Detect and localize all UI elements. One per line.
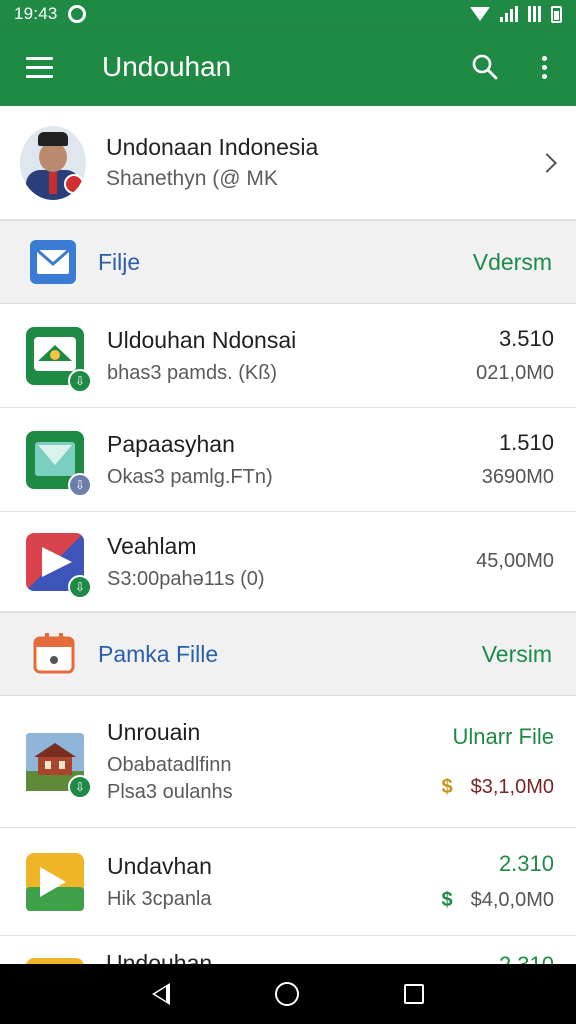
more-vert-icon[interactable] (524, 42, 564, 92)
home-icon[interactable] (274, 982, 299, 1006)
data-signal-icon (528, 6, 541, 22)
mail-icon (30, 240, 76, 284)
back-icon[interactable] (152, 983, 171, 1005)
image-app-icon: ⇩ (26, 430, 92, 497)
account-row[interactable]: Undonaan Indonesia Shanethyn (@ MK (0, 106, 576, 220)
file-title: Uldouhan Ndonsai (107, 326, 297, 353)
recents-icon[interactable] (403, 984, 424, 1004)
file-size: 45,00M0 (476, 550, 554, 572)
status-icons (470, 5, 562, 23)
file-type-label: Ulnarr File (452, 724, 554, 749)
file-number: 3.510 (498, 326, 554, 351)
file-size: 021,0M0 (476, 362, 554, 384)
app-title: Undouhan (102, 51, 232, 82)
section-header-pamka[interactable]: Pamka Fille Versim (0, 612, 576, 696)
badge-icon: ⇩ (68, 574, 92, 599)
file-size: 3690M0 (481, 466, 554, 488)
badge-icon: ⇩ (68, 774, 92, 799)
search-icon[interactable] (460, 42, 510, 92)
list-item[interactable]: Undavhan Hik 3cpanla 2.310 $ $4,0,0M0 (0, 828, 576, 936)
chevron-right-icon (537, 152, 557, 173)
app-actions (460, 42, 576, 92)
navigation-bar (0, 964, 576, 1024)
dollar-icon: $ (441, 889, 453, 911)
avatar (20, 125, 86, 200)
photo-app-icon: ⇩ (26, 326, 92, 393)
partial-row-title: Undouhan (106, 950, 213, 964)
file-subtitle: bhas3 pamds. (Kß) (107, 361, 278, 384)
file-price: $3,1,0M0 (470, 776, 554, 798)
file-number: 1.510 (498, 430, 554, 455)
slides-app-icon (26, 852, 84, 911)
house-photo-icon: ⇩ (26, 732, 92, 799)
file-price: $4,0,0M0 (470, 889, 554, 911)
status-time: 19:43 (14, 4, 58, 23)
account-name: Undonaan Indonesia (106, 134, 319, 160)
list-item[interactable]: ⇩ Unrouain Obabatadlfinn Plsa3 oulanhs U… (0, 696, 576, 828)
wifi-icon (470, 7, 490, 21)
sync-icon (67, 5, 86, 23)
section-label: Filje (98, 248, 141, 275)
calendar-icon (32, 632, 76, 676)
section-header-files[interactable]: Filje Vdersm (0, 220, 576, 304)
app-bar: Undouhan (0, 28, 576, 106)
menu-icon[interactable] (12, 40, 66, 94)
section-right-label: Vdersm (472, 248, 552, 275)
list-item[interactable]: ⇩ Uldouhan Ndonsai bhas3 pamds. (Kß) 3.5… (0, 304, 576, 408)
badge-icon: ⇩ (68, 472, 92, 497)
file-title: Undavhan (107, 852, 212, 879)
list-item[interactable]: ⇩ Papaasyhan Okas3 pamlg.FTn) 1.510 3690… (0, 408, 576, 512)
list-item[interactable]: ⇩ Veahlam S3:00pahə11s (0) 45,00M0 (0, 512, 576, 612)
file-title: Veahlam (107, 532, 197, 559)
file-subtitle: Hik 3cpanla (107, 887, 212, 910)
file-subtitle: Okas3 pamlg.FTn) (107, 465, 273, 488)
signal-icon (500, 6, 518, 22)
dollar-icon: $ (441, 776, 453, 798)
file-title: Unrouain (107, 719, 201, 745)
status-bar: 19:43 (0, 0, 576, 28)
account-subtitle: Shanethyn (@ MK (106, 167, 278, 190)
section-right-label: Versim (481, 640, 552, 667)
badge-icon: ⇩ (68, 368, 92, 393)
file-subtitle: Obabatadlfinn (107, 754, 232, 776)
battery-icon (551, 5, 562, 23)
file-number: 2.310 (498, 851, 554, 876)
file-subtitle: S3:00pahə11s (0) (107, 567, 265, 590)
partial-row-number: 2.310 (499, 952, 554, 964)
play-app-icon: ⇩ (26, 532, 92, 599)
file-subtitle-2: Plsa3 oulanhs (107, 781, 233, 803)
file-title: Papaasyhan (107, 430, 235, 457)
section-label: Pamka Fille (98, 640, 219, 667)
